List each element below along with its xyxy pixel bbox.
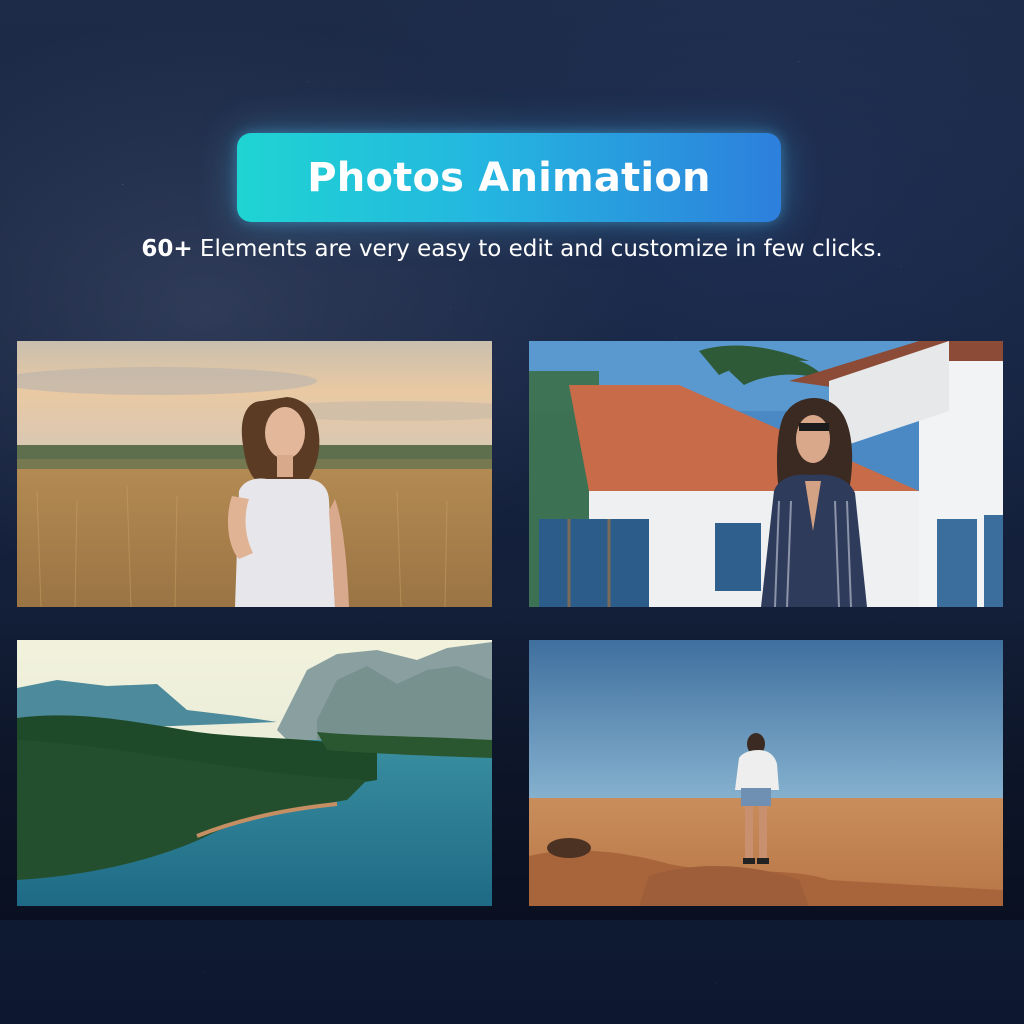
photo-white-house xyxy=(529,341,1003,607)
photo-aerial-lake xyxy=(17,640,492,906)
subtitle: 60+ Elements are very easy to edit and c… xyxy=(0,236,1024,262)
subtitle-highlight: 60+ xyxy=(141,236,193,262)
subtitle-text: Elements are very easy to edit and custo… xyxy=(192,236,883,262)
white-house-image xyxy=(529,341,1003,607)
page-title: Photos Animation xyxy=(307,154,711,201)
photo-desert xyxy=(529,640,1003,906)
photo-wheat-field xyxy=(17,341,492,607)
desert-image xyxy=(529,640,1003,906)
wheat-field-image xyxy=(17,341,492,607)
title-badge: Photos Animation xyxy=(237,133,781,222)
aerial-lake-image xyxy=(17,640,492,906)
